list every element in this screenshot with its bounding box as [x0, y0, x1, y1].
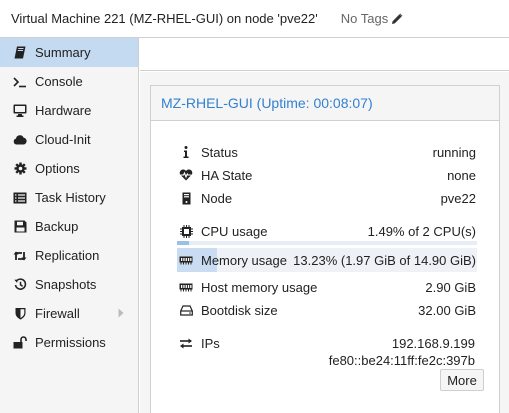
memory-row: Memory usage 13.23% (1.97 GiB of 14.90 G… — [179, 250, 476, 270]
book-icon — [13, 46, 27, 60]
retweet-icon — [13, 249, 27, 263]
bootdisk-row: Bootdisk size 32.00 GiB — [179, 300, 476, 320]
ha-state-label: HA State — [201, 167, 253, 183]
sidebar-item-backup[interactable]: Backup — [0, 212, 138, 241]
host-memory-row: Host memory usage 2.90 GiB — [179, 277, 476, 297]
sidebar-item-label: Replication — [35, 248, 100, 263]
sidebar-item-permissions[interactable]: Permissions — [0, 328, 138, 357]
sidebar-item-cloud-init[interactable]: Cloud-Init — [0, 125, 138, 154]
ip-address: fe80::be24:11ff:fe2c:397b — [328, 353, 475, 368]
ips-label: IPs — [201, 335, 220, 351]
content-toolbar — [140, 39, 509, 71]
sidebar-item-label: Console — [35, 74, 83, 89]
node-row: Node pve22 — [179, 188, 476, 208]
ip-address: 192.168.9.199 — [391, 336, 475, 351]
bootdisk-value: 32.00 GiB — [418, 302, 476, 318]
sidebar-item-label: Permissions — [35, 335, 106, 350]
info-icon — [179, 145, 193, 159]
sidebar: Summary Console Hardware Cloud-Init Opti… — [0, 38, 139, 413]
sidebar-item-label: Hardware — [35, 103, 92, 118]
more-button[interactable]: More — [440, 369, 484, 391]
ha-state-row: HA State none — [179, 165, 476, 185]
host-memory-label: Host memory usage — [201, 279, 318, 295]
sidebar-item-label: Task History — [35, 190, 106, 205]
sidebar-item-summary[interactable]: Summary — [0, 38, 138, 67]
status-row: Status running — [179, 142, 476, 162]
sidebar-item-firewall[interactable]: Firewall — [0, 299, 138, 328]
sidebar-item-hardware[interactable]: Hardware — [0, 96, 138, 125]
bootdisk-label: Bootdisk size — [201, 302, 278, 318]
panel-header: MZ-RHEL-GUI (Uptime: 00:08:07) — [151, 86, 499, 121]
sidebar-item-snapshots[interactable]: Snapshots — [0, 270, 138, 299]
hdd-icon — [179, 303, 193, 317]
sidebar-item-replication[interactable]: Replication — [0, 241, 138, 270]
history-icon — [13, 278, 27, 292]
sidebar-item-label: Summary — [35, 45, 91, 60]
title-bar: Virtual Machine 221 (MZ-RHEL-GUI) on nod… — [0, 0, 509, 38]
sidebar-item-console[interactable]: Console — [0, 67, 138, 96]
tags-field[interactable]: No Tags — [341, 11, 403, 26]
sidebar-item-label: Firewall — [35, 306, 80, 321]
memory-icon — [179, 253, 193, 267]
desktop-icon — [13, 104, 27, 118]
cpu-label: CPU usage — [201, 223, 268, 239]
heartbeat-icon — [179, 168, 193, 182]
memory-icon — [179, 280, 193, 294]
node-label: Node — [201, 190, 233, 206]
memory-value: 13.23% (1.97 GiB of 14.90 GiB) — [293, 252, 476, 268]
cpu-value: 1.49% of 2 CPU(s) — [367, 223, 476, 239]
main-content: MZ-RHEL-GUI (Uptime: 00:08:07) Status ru… — [140, 72, 509, 413]
ip-address-list: 192.168.9.199 fe80::be24:11ff:fe2c:397b — [329, 335, 475, 369]
sidebar-item-label: Cloud-Init — [35, 132, 91, 147]
sidebar-item-label: Backup — [35, 219, 79, 234]
pencil-icon[interactable] — [391, 13, 403, 25]
chevron-right-icon[interactable] — [118, 308, 124, 318]
ips-row: IPs — [179, 333, 259, 353]
summary-panel: MZ-RHEL-GUI (Uptime: 00:08:07) Status ru… — [150, 85, 500, 413]
page-title: Virtual Machine 221 (MZ-RHEL-GUI) on nod… — [11, 11, 318, 26]
unlock-icon — [13, 336, 27, 350]
list-icon — [13, 191, 27, 205]
cpu-usage-fill — [177, 241, 189, 245]
sidebar-item-options[interactable]: Options — [0, 154, 138, 183]
exchange-icon — [179, 336, 193, 350]
tags-label: No Tags — [340, 11, 389, 26]
server-icon — [179, 191, 193, 205]
ha-state-value: none — [447, 167, 476, 183]
panel-title: MZ-RHEL-GUI (Uptime: 00:08:07) — [161, 95, 373, 111]
status-label: Status — [201, 144, 238, 160]
gear-icon — [13, 162, 27, 176]
floppy-icon — [13, 220, 27, 234]
sidebar-item-label: Snapshots — [35, 277, 97, 292]
shield-icon — [13, 307, 27, 321]
cloud-icon — [13, 133, 27, 147]
sidebar-item-label: Options — [35, 161, 80, 176]
cpu-icon — [179, 224, 193, 238]
terminal-icon — [13, 75, 27, 89]
node-value: pve22 — [440, 190, 476, 206]
cpu-usage-bar — [177, 241, 477, 245]
status-value: running — [432, 144, 476, 160]
sidebar-item-task-history[interactable]: Task History — [0, 183, 138, 212]
host-memory-value: 2.90 GiB — [425, 279, 476, 295]
memory-label: Memory usage — [201, 252, 287, 268]
cpu-row: CPU usage 1.49% of 2 CPU(s) — [179, 221, 476, 241]
